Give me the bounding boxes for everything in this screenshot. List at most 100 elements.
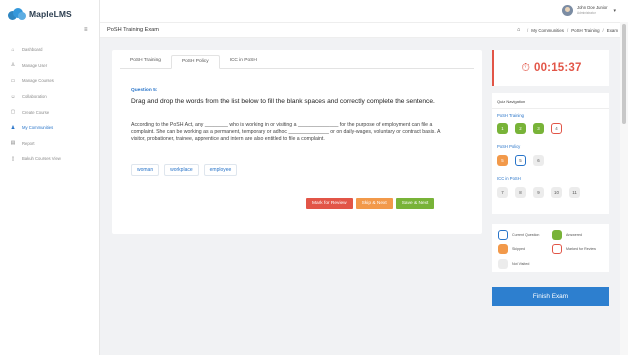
sidebar-item-label: Manage Courses bbox=[22, 78, 54, 84]
sidebar-item-report[interactable]: ▤ Report bbox=[0, 136, 99, 152]
sidebar-item-label: Create Course bbox=[22, 109, 50, 115]
word-bank: woman workplace employee bbox=[131, 164, 242, 176]
question-button[interactable]: 6 bbox=[533, 155, 544, 166]
save-next-button[interactable]: Save & Next bbox=[395, 198, 435, 209]
section-label-icc-in-posh: ICC in PoSH bbox=[497, 176, 521, 181]
breadcrumb-item[interactable]: My Communities bbox=[531, 28, 564, 33]
legend-swatch bbox=[498, 244, 508, 254]
question-button[interactable]: 1 bbox=[497, 123, 508, 134]
section-label-posh-training: PoSH Training bbox=[497, 113, 524, 118]
tab-icc-in-posh[interactable]: ICC in PoSH bbox=[220, 55, 267, 69]
question-row-posh-training: 1 2 3 4 bbox=[497, 123, 569, 134]
scrollbar-thumb[interactable] bbox=[622, 24, 626, 124]
sidebar-item-my-communities[interactable]: ♟ My Communities bbox=[0, 120, 99, 136]
brand-name: MapleLMS bbox=[29, 9, 72, 19]
sidebar-item-collaboration[interactable]: ☺ Collaboration bbox=[0, 89, 99, 105]
user-name: John Doe Junior bbox=[576, 5, 608, 11]
mark-for-review-button[interactable]: Mark for Review bbox=[306, 198, 353, 209]
skip-next-button[interactable]: Skip & Next bbox=[355, 198, 393, 209]
breadcrumb-separator: / bbox=[566, 28, 569, 33]
question-row-posh-policy: 5 5 6 bbox=[497, 155, 551, 166]
legend-label: Skipped bbox=[512, 247, 525, 251]
legend-swatch bbox=[552, 230, 562, 240]
menu-toggle-icon[interactable]: ≡ bbox=[84, 27, 88, 33]
breadcrumb-item: Exam bbox=[606, 28, 618, 33]
people-icon: ☺ bbox=[10, 93, 16, 100]
sidebar-item-label: Bakuh Courses View bbox=[22, 156, 61, 162]
word-chip-employee[interactable]: employee bbox=[203, 164, 238, 176]
question-button[interactable]: 2 bbox=[515, 123, 526, 134]
timer-value: 00:15:37 bbox=[533, 62, 582, 74]
question-button[interactable]: 3 bbox=[533, 123, 544, 134]
sidebar-item-label: Report bbox=[22, 140, 35, 146]
home-icon[interactable]: ⌂ bbox=[517, 27, 523, 33]
sidebar: MapleLMS ⌂ Dashboard ♙ Manage User ▭ Man… bbox=[0, 0, 100, 355]
legend-swatch bbox=[498, 259, 508, 269]
topbar: John Doe Junior Administrator ▾ bbox=[100, 0, 628, 22]
page-header: ≡ PoSH Training Exam ⌂ / My Communities … bbox=[84, 22, 620, 38]
question-button[interactable]: 9 bbox=[533, 187, 544, 198]
legend-marked: Marked for Review bbox=[552, 244, 596, 254]
user-menu[interactable]: John Doe Junior Administrator ▾ bbox=[561, 5, 616, 16]
exam-card: PoSH Training PoSH Policy ICC in PoSH Qu… bbox=[112, 50, 482, 234]
question-button[interactable]: 7 bbox=[497, 187, 508, 198]
finish-exam-button[interactable]: Finish Exam bbox=[492, 287, 609, 306]
sidebar-nav: ⌂ Dashboard ♙ Manage User ▭ Manage Cours… bbox=[0, 42, 99, 167]
breadcrumb-item[interactable]: PoSH Training bbox=[571, 28, 599, 33]
edit-icon: ▢ bbox=[10, 109, 16, 116]
cloud-logo-icon bbox=[8, 8, 26, 20]
tab-posh-training[interactable]: PoSH Training bbox=[120, 55, 171, 69]
legend-label: Current Question bbox=[512, 233, 540, 237]
sidebar-item-create-course[interactable]: ▢ Create Course bbox=[0, 104, 99, 120]
word-chip-woman[interactable]: woman bbox=[131, 164, 160, 176]
question-button[interactable]: 10 bbox=[551, 187, 562, 198]
sidebar-item-label: Manage User bbox=[22, 62, 48, 68]
legend-skipped: Skipped bbox=[498, 244, 525, 254]
brand-logo[interactable]: MapleLMS bbox=[0, 2, 99, 26]
sidebar-item-label: My Communities bbox=[22, 125, 54, 131]
sidebar-item-manage-user[interactable]: ♙ Manage User bbox=[0, 58, 99, 74]
question-text: Drag and drop the words from the list be… bbox=[131, 98, 435, 105]
legend-swatch bbox=[498, 230, 508, 240]
question-button[interactable]: 5 bbox=[515, 155, 526, 166]
question-button[interactable]: 5 bbox=[497, 155, 508, 166]
avatar bbox=[561, 5, 573, 16]
question-number: Question 5: bbox=[131, 88, 158, 93]
legend-swatch bbox=[552, 244, 562, 254]
sidebar-item-label: Dashboard bbox=[22, 47, 43, 53]
breadcrumb-separator: / bbox=[527, 28, 529, 33]
user-role: Administrator bbox=[576, 10, 596, 15]
divider bbox=[492, 108, 609, 109]
question-button[interactable]: 11 bbox=[569, 187, 580, 198]
book-icon: ▭ bbox=[10, 77, 16, 84]
question-row-icc-in-posh: 7 8 9 10 11 bbox=[497, 187, 587, 198]
word-chip-workplace[interactable]: workplace bbox=[164, 164, 199, 176]
app-root: MapleLMS ⌂ Dashboard ♙ Manage User ▭ Man… bbox=[0, 0, 628, 355]
section-tabs: PoSH Training PoSH Policy ICC in PoSH bbox=[120, 55, 474, 69]
breadcrumb-separator: / bbox=[602, 28, 604, 33]
user-icon: ♙ bbox=[10, 62, 16, 69]
sidebar-item-dashboard[interactable]: ⌂ Dashboard bbox=[0, 42, 99, 58]
quiz-navigation-title: Quiz Navigation bbox=[497, 99, 526, 104]
community-icon: ♟ bbox=[10, 124, 16, 131]
tab-posh-policy[interactable]: PoSH Policy bbox=[170, 55, 220, 69]
exam-timer: ⏱ 00:15:37 bbox=[492, 50, 609, 86]
legend-label: Not Visited bbox=[512, 262, 530, 266]
sidebar-item-manage-courses[interactable]: ▭ Manage Courses bbox=[0, 73, 99, 89]
status-legend: Current Question Answered Skipped Marked… bbox=[492, 224, 609, 272]
legend-label: Answered bbox=[566, 233, 582, 237]
document-icon: ▯ bbox=[11, 155, 15, 162]
report-icon: ▤ bbox=[10, 140, 16, 147]
page-scrollbar[interactable] bbox=[620, 22, 628, 355]
question-body: According to the PoSH Act, any ________ … bbox=[131, 122, 441, 142]
question-button[interactable]: 8 bbox=[515, 187, 526, 198]
sidebar-item-bakuh-courses[interactable]: ▯ Bakuh Courses View bbox=[0, 151, 99, 167]
quiz-navigation: Quiz Navigation PoSH Training 1 2 3 4 Po… bbox=[492, 93, 609, 214]
chevron-down-icon[interactable]: ▾ bbox=[613, 8, 616, 14]
question-button[interactable]: 4 bbox=[551, 123, 562, 134]
sidebar-item-label: Collaboration bbox=[22, 94, 47, 100]
legend-label: Marked for Review bbox=[566, 247, 596, 251]
home-icon: ⌂ bbox=[11, 46, 15, 53]
stopwatch-icon: ⏱ bbox=[521, 61, 530, 74]
user-info: John Doe Junior Administrator bbox=[576, 5, 608, 15]
